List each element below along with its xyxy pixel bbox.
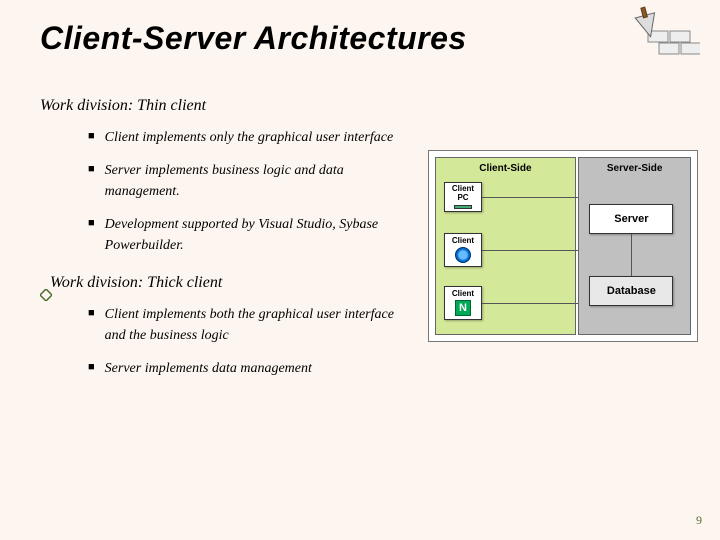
list-item: ■ Development supported by Visual Studio… xyxy=(88,214,400,256)
connector-line xyxy=(631,234,632,276)
pc-screen-icon xyxy=(454,205,472,209)
diagram-client-side: Client-Side Client PC Client Client N xyxy=(435,157,576,335)
slide-body: Work division: Thin client ■ Client impl… xyxy=(0,57,400,379)
bullet-text: Server implements data management xyxy=(105,358,312,379)
bricks-trowel-icon xyxy=(620,5,700,65)
square-bullet-icon: ■ xyxy=(88,127,95,145)
section2-heading-row: Work division: Thick client xyxy=(40,274,400,292)
diagram-ie-client-box: Client xyxy=(444,233,482,267)
list-item: ■ Server implements business logic and d… xyxy=(88,160,400,202)
connector-line xyxy=(482,197,578,198)
client-side-label: Client-Side xyxy=(436,163,575,174)
section2-bullets: ■ Client implements both the graphical u… xyxy=(40,304,400,379)
square-bullet-icon: ■ xyxy=(88,358,95,376)
square-bullet-icon: ■ xyxy=(88,304,95,322)
diagram-server-side: Server-Side Server Database xyxy=(578,157,691,335)
diagram-netscape-client-box: Client N xyxy=(444,286,482,320)
connector-line xyxy=(482,303,578,304)
square-bullet-icon: ■ xyxy=(88,214,95,232)
list-item: ■ Client implements only the graphical u… xyxy=(88,127,400,148)
bullet-text: Development supported by Visual Studio, … xyxy=(105,214,400,256)
section2-heading: Work division: Thick client xyxy=(50,274,222,292)
architecture-diagram: Client-Side Client PC Client Client N Se… xyxy=(428,150,698,342)
list-item: ■ Client implements both the graphical u… xyxy=(88,304,400,346)
list-item: ■ Server implements data management xyxy=(88,358,400,379)
diagram-server-box: Server xyxy=(589,204,673,234)
netscape-icon: N xyxy=(455,300,471,316)
section1-heading: Work division: Thin client xyxy=(40,97,400,115)
diagram-database-box: Database xyxy=(589,276,673,306)
section1-bullets: ■ Client implements only the graphical u… xyxy=(40,127,400,256)
bullet-text: Server implements business logic and dat… xyxy=(105,160,400,202)
page-number: 9 xyxy=(696,513,702,528)
square-bullet-icon: ■ xyxy=(88,160,95,178)
ie-icon xyxy=(455,247,471,263)
slide-title: Client-Server Architectures xyxy=(0,0,720,57)
connector-line xyxy=(482,250,578,251)
bullet-text: Client implements both the graphical use… xyxy=(105,304,400,346)
diagram-client-pc-box: Client PC xyxy=(444,182,482,212)
bullet-text: Client implements only the graphical use… xyxy=(105,127,394,148)
server-side-label: Server-Side xyxy=(579,163,690,174)
